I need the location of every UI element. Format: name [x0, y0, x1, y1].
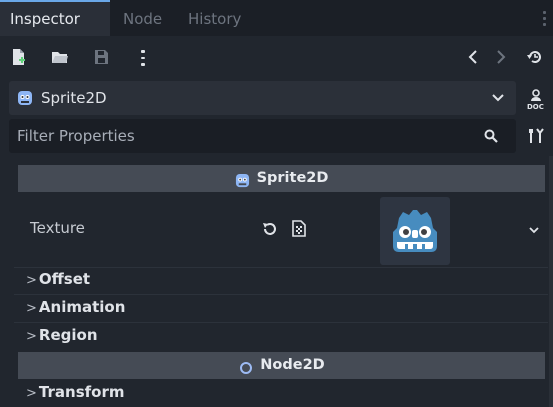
sprite2d-section-icon	[235, 171, 251, 187]
subsection-offset[interactable]: > Offset	[26, 270, 90, 288]
open-folder-icon[interactable]	[50, 47, 70, 67]
chevron-right-icon: >	[26, 386, 37, 401]
subsection-transform-label: Transform	[38, 383, 125, 401]
more-icon[interactable]	[140, 48, 146, 68]
inspector-panel: Inspector Node History Sprite2D DOC Filt…	[0, 0, 553, 407]
documentation-icon[interactable]: DOC	[525, 86, 547, 112]
scrollbar[interactable]	[549, 156, 553, 407]
svg-text:DOC: DOC	[527, 103, 544, 110]
sprite2d-icon	[17, 90, 33, 106]
tab-menu-icon[interactable]	[543, 8, 547, 28]
revert-icon[interactable]	[260, 220, 278, 238]
subsection-animation[interactable]: > Animation	[26, 298, 125, 316]
object-selector[interactable]: Sprite2D	[9, 81, 516, 115]
tab-inspector[interactable]: Inspector	[0, 0, 110, 36]
filter-properties-input[interactable]: Filter Properties	[17, 119, 135, 153]
subsection-region-label: Region	[38, 326, 98, 344]
tools-icon[interactable]	[525, 124, 547, 148]
new-resource-icon[interactable]	[10, 47, 28, 67]
godot-logo-icon	[391, 205, 439, 257]
texture-label: Texture	[30, 219, 85, 237]
chevron-right-icon: >	[26, 329, 37, 344]
divider	[14, 267, 548, 268]
tab-node[interactable]: Node	[123, 0, 162, 36]
chevron-down-icon[interactable]	[491, 92, 505, 104]
dock-tab-bar: Inspector Node History	[0, 0, 553, 36]
section-title-sprite2d: Sprite2D	[256, 170, 329, 186]
node2d-icon	[238, 358, 254, 374]
subsection-region[interactable]: > Region	[26, 326, 98, 344]
section-title-node2d: Node2D	[260, 357, 325, 373]
subsection-animation-label: Animation	[38, 298, 126, 316]
subsection-offset-label: Offset	[38, 270, 91, 288]
inspector-toolbar	[0, 36, 553, 78]
chevron-right-icon: >	[26, 301, 37, 316]
texture-options-chevron-icon[interactable]	[527, 224, 541, 236]
divider	[14, 322, 548, 323]
save-icon[interactable]	[92, 47, 110, 67]
section-header-sprite2d: Sprite2D	[18, 165, 545, 192]
object-history-icon[interactable]	[525, 46, 545, 68]
section-header-node2d: Node2D	[18, 352, 545, 379]
search-icon	[483, 128, 499, 144]
history-forward-icon[interactable]	[493, 47, 509, 67]
filter-properties-field[interactable]: Filter Properties	[9, 119, 516, 153]
tab-history[interactable]: History	[188, 0, 241, 36]
divider	[14, 294, 548, 295]
object-selector-label: Sprite2D	[41, 89, 107, 107]
texture-resource-icon	[290, 219, 308, 237]
history-back-icon[interactable]	[465, 47, 481, 67]
chevron-right-icon: >	[26, 273, 37, 288]
subsection-transform[interactable]: > Transform	[26, 383, 124, 401]
texture-preview[interactable]	[380, 197, 450, 265]
